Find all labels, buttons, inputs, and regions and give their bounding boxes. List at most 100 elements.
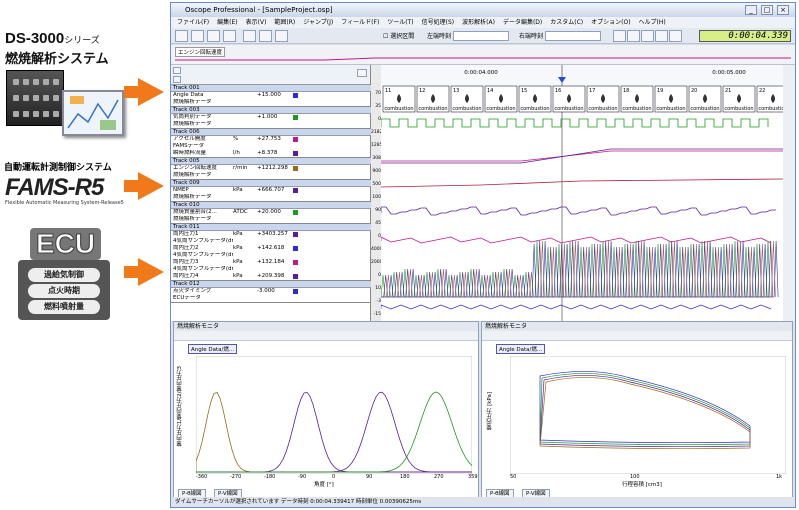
event-number: 12 (419, 88, 425, 94)
track-channel-row[interactable]: 4気筒サンプルデータ(dma)(燃焼解析モニタ) (171, 266, 371, 273)
track-header[interactable]: Track 003 (171, 107, 371, 114)
channel-unit (233, 288, 257, 295)
track-block[interactable]: Track 006 アクセル開度% +27.753 FAMSデータ 瞬時燃料流量 l/h +… (171, 129, 371, 158)
track-block[interactable]: Track 003 気筒判別データ +1.000 燃焼解析データ (171, 107, 371, 129)
minimize-button[interactable]: _ (745, 5, 757, 15)
track-channel-row[interactable]: 筒内圧力1 kPa +3403.257 (171, 231, 371, 238)
sync-checkbox[interactable]: ☐ 選択区間 (383, 31, 414, 40)
menu-item[interactable]: 波形解析(A) (462, 17, 495, 28)
vertical-scrollbar[interactable] (783, 65, 795, 321)
waveform-plot[interactable]: 0:00:04.000 0:00:05.000 11 combustion 12 comb… (380, 65, 790, 321)
track-channel-row[interactable]: Angle Data +15.000 (171, 92, 371, 99)
scale-label: 35 (375, 104, 381, 109)
menu-item[interactable]: ファイル(F) (177, 17, 209, 28)
track-channel-row[interactable]: 4気筒サンプルデータ(dma)(燃焼解析モニタ) (171, 252, 371, 259)
right-time-field[interactable] (545, 31, 601, 41)
track-block[interactable]: Track 011筒内圧力1 kPa +3403.257 4気筒サンプルデータ(dma… (171, 224, 371, 281)
speed-wave (380, 178, 784, 188)
x-tick-label: -360 (196, 474, 208, 480)
track-header[interactable]: Track 006 (171, 129, 371, 136)
channel-unit (233, 114, 257, 121)
measure-tool-button[interactable] (223, 30, 236, 42)
menu-item[interactable]: ツール(T) (387, 17, 413, 28)
menu-item[interactable]: フィールド(F) (341, 17, 379, 28)
track-channel-row[interactable]: 筒内圧力2 kPa +142.618 (171, 245, 371, 252)
channel-unit: l/h (233, 150, 240, 156)
track-channel-row[interactable]: 燃焼解析データ (171, 216, 371, 223)
track-channel-row[interactable]: 燃焼解析データ (171, 99, 371, 106)
range-tool-button[interactable] (207, 30, 220, 42)
step-forward-button[interactable] (655, 30, 668, 42)
overview-bar[interactable]: エンジン回転速度 (171, 45, 795, 65)
track-channel-row[interactable]: 燃焼解析データ (171, 121, 371, 128)
channel-name: エンジン回転速度 (173, 165, 218, 171)
settings-icon[interactable] (357, 69, 367, 77)
x-tick-label: -90 (298, 474, 307, 480)
p-v-chart (510, 356, 786, 474)
track-header[interactable]: Track 001 (171, 85, 371, 92)
channel-color-swatch (293, 232, 298, 237)
track-channel-row[interactable]: 燃焼解析データ (171, 194, 371, 201)
channel-value: +3403.257 (257, 231, 288, 237)
track-block[interactable]: Track 009 NMEP kPa +666.707 燃焼解析データ (171, 180, 371, 202)
menu-item[interactable]: 範囲(R) (274, 17, 295, 28)
track-header[interactable]: Track 011 (171, 224, 371, 231)
maximize-button[interactable]: □ (761, 5, 773, 15)
current-time-display[interactable]: 0:00:04.339 (699, 30, 791, 42)
track-channel-row[interactable]: エンジン回転速度 r/min +1212.298 (171, 165, 371, 172)
track-block[interactable]: Track 012 点火タイミング -3.000 ECUデータ (171, 281, 371, 303)
track-channel-row[interactable]: 点火タイミング -3.000 (171, 288, 371, 295)
track-header[interactable]: Track 005 (171, 158, 371, 165)
cursor-tool-button[interactable] (175, 30, 188, 42)
channel-unit (233, 194, 257, 201)
play-button[interactable] (641, 30, 654, 42)
track-block[interactable]: Track 001 Angle Data +15.000 燃焼解析データ (171, 85, 371, 107)
copy-button[interactable] (259, 30, 272, 42)
skip-start-button[interactable] (613, 30, 626, 42)
track-header[interactable]: Track 009 (171, 180, 371, 187)
menu-item[interactable]: 編集(E) (217, 17, 237, 28)
export-button[interactable] (275, 30, 288, 42)
monitor-tag: Angle Data/燃... (188, 344, 238, 354)
track-channel-row[interactable]: NMEP kPa +666.707 (171, 187, 371, 194)
channel-name: 燃焼解析データ (173, 121, 212, 127)
channel-value (257, 121, 293, 128)
track-channel-row[interactable]: 筒内圧力3 kPa +132.184 (171, 259, 371, 266)
fams-caption: 自動運転計測制御システム (4, 162, 112, 172)
menu-item[interactable]: 表示(V) (246, 17, 267, 28)
track-channel-row[interactable]: 燃焼質量割合(2... ATDC +20.000 (171, 209, 371, 216)
event-number: 16 (555, 88, 561, 94)
track-channel-row[interactable]: ECUデータ (171, 295, 371, 302)
zoom-tool-button[interactable] (191, 30, 204, 42)
ds-title: DS-3000シリーズ (5, 30, 100, 47)
track-channel-row[interactable]: アクセル開度% +27.753 (171, 136, 371, 143)
add-track-button[interactable] (173, 67, 181, 74)
track-channel-row[interactable]: 筒内圧力4 kPa +209.398 (171, 273, 371, 280)
track-channel-row[interactable]: 瞬時燃料流量 l/h +8.378 (171, 150, 371, 157)
menu-item[interactable]: カスタム(C) (550, 17, 583, 28)
left-time-field[interactable] (453, 31, 509, 41)
track-option-button[interactable] (173, 76, 181, 83)
track-block[interactable]: Track 005 エンジン回転速度 r/min +1212.298 燃焼解析データ (171, 158, 371, 180)
track-header[interactable]: Track 012 (171, 281, 371, 288)
track-channel-row[interactable]: 気筒判別データ +1.000 (171, 114, 371, 121)
nmep-wave (380, 206, 776, 216)
track-channel-row[interactable]: 4気筒サンプルデータ(dma)(燃焼解析モニタ) (171, 238, 371, 245)
menu-item[interactable]: ジャンプ(J) (303, 17, 333, 28)
track-block[interactable]: Track 010 燃焼質量割合(2... ATDC +20.000 燃焼解析データ (171, 202, 371, 224)
accel-wave (381, 150, 783, 162)
menu-item[interactable]: オプション(O) (591, 17, 630, 28)
menu-item[interactable]: 信号処理(S) (422, 17, 455, 28)
track-header[interactable]: Track 010 (171, 202, 371, 209)
skip-end-button[interactable] (669, 30, 682, 42)
close-button[interactable]: × (777, 5, 789, 15)
track-channel-row[interactable]: 燃焼解析データ (171, 172, 371, 179)
event-label: combustion (384, 106, 413, 112)
menu-item[interactable]: ヘルプ(H) (639, 17, 666, 28)
channel-unit (233, 92, 257, 99)
search-icon[interactable] (243, 30, 256, 42)
channel-value: +1212.298 (257, 165, 288, 171)
track-channel-row[interactable]: FAMSデータ (171, 143, 371, 150)
step-back-button[interactable] (627, 30, 640, 42)
menu-item[interactable]: データ編集(D) (503, 17, 542, 28)
